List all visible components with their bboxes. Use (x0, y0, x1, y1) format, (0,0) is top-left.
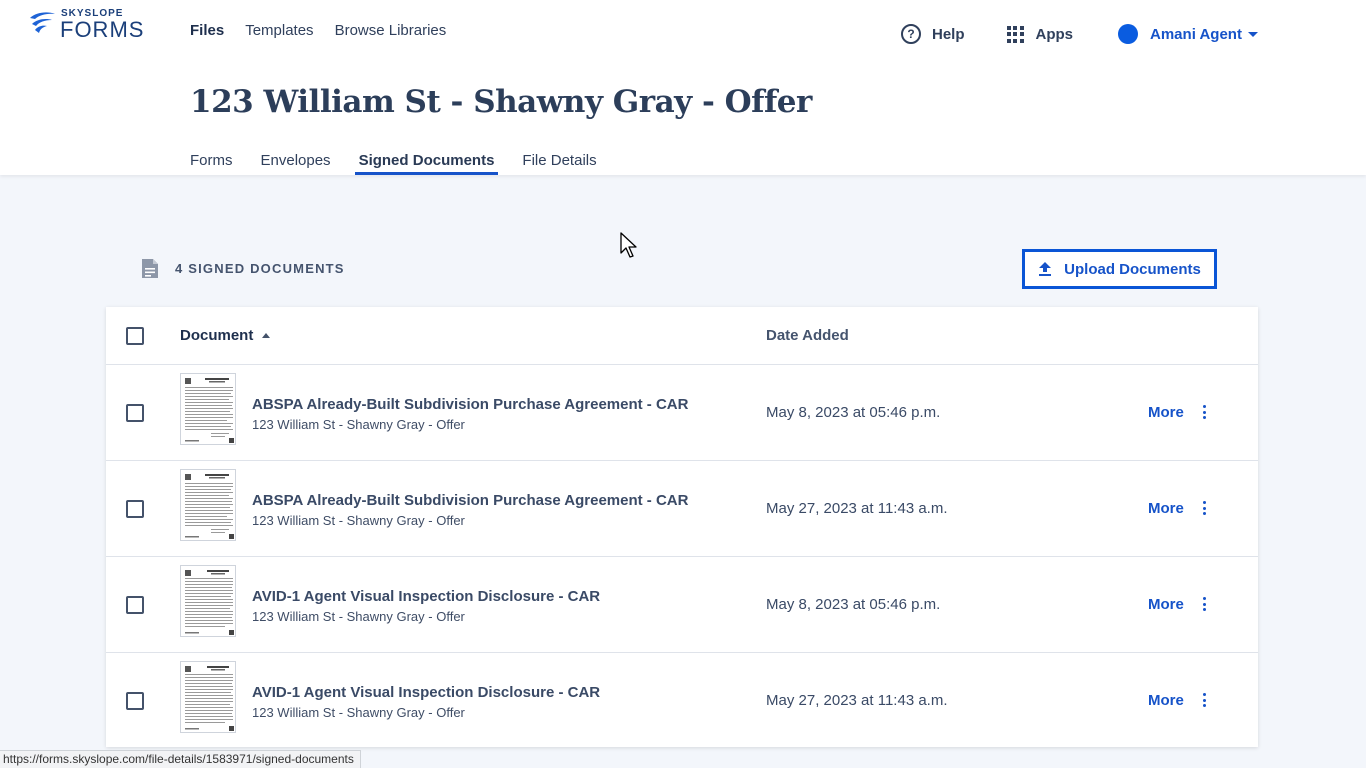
document-file-name: 123 William St - Shawny Gray - Offer (252, 705, 465, 720)
document-date-added: May 8, 2023 at 05:46 p.m. (766, 596, 941, 613)
row-checkbox[interactable] (126, 596, 144, 614)
apps-grid-icon (1006, 25, 1024, 43)
more-button[interactable]: More (1148, 404, 1184, 421)
row-checkbox[interactable] (126, 404, 144, 422)
tab-envelopes[interactable]: Envelopes (257, 150, 335, 175)
table-row: ABSPA Already-Built Subdivision Purchase… (106, 461, 1258, 557)
skyslope-swoosh-icon (30, 12, 55, 33)
app-header: SKYSLOPE FORMS Files Templates Browse Li… (0, 0, 1366, 175)
document-date-added: May 27, 2023 at 11:43 a.m. (766, 500, 948, 517)
table-row: AVID-1 Agent Visual Inspection Disclosur… (106, 653, 1258, 749)
document-name-link[interactable]: AVID-1 Agent Visual Inspection Disclosur… (252, 684, 600, 701)
user-menu-button[interactable]: Amani Agent (1073, 24, 1258, 44)
document-file-name: 123 William St - Shawny Gray - Offer (252, 513, 465, 528)
page-title: 123 William St - Shawny Gray - Offer (190, 84, 812, 120)
mouse-pointer-icon (620, 232, 637, 258)
document-thumbnail[interactable] (180, 565, 236, 637)
document-icon (142, 259, 158, 278)
nav-browse-libraries[interactable]: Browse Libraries (335, 22, 447, 39)
document-thumbnail[interactable] (180, 373, 236, 445)
column-header-document[interactable]: Document (180, 327, 271, 344)
apps-label: Apps (1035, 25, 1074, 43)
signed-documents-header: 4 SIGNED DOCUMENTS (141, 258, 345, 279)
more-vertical-icon[interactable] (1200, 693, 1208, 709)
browser-status-url: https://forms.skyslope.com/file-details/… (0, 750, 361, 768)
more-vertical-icon[interactable] (1200, 501, 1208, 517)
document-file-name: 123 William St - Shawny Gray - Offer (252, 417, 465, 432)
document-name-link[interactable]: ABSPA Already-Built Subdivision Purchase… (252, 492, 688, 509)
apps-button[interactable]: Apps (965, 25, 1074, 43)
column-header-document-label: Document (180, 327, 254, 344)
logo-text-big: FORMS (60, 17, 145, 42)
more-button[interactable]: More (1148, 692, 1184, 709)
help-icon: ? (901, 24, 921, 44)
document-thumbnail[interactable] (180, 469, 236, 541)
tab-file-details[interactable]: File Details (518, 150, 600, 175)
table-row: AVID-1 Agent Visual Inspection Disclosur… (106, 557, 1258, 653)
document-preview-icon (185, 666, 234, 731)
nav-files[interactable]: Files (190, 22, 224, 39)
help-label: Help (932, 25, 965, 43)
upload-documents-button[interactable]: Upload Documents (1022, 249, 1217, 289)
document-date-added: May 27, 2023 at 11:43 a.m. (766, 692, 948, 709)
sort-ascending-icon (262, 333, 271, 338)
document-preview-icon (185, 570, 234, 635)
right-navigation: ? Help Apps Amani Agent (901, 22, 1258, 46)
document-name-link[interactable]: AVID-1 Agent Visual Inspection Disclosur… (252, 588, 600, 605)
document-preview-icon (185, 378, 234, 443)
caret-down-icon (1247, 31, 1258, 37)
upload-documents-label: Upload Documents (1064, 260, 1201, 278)
more-button[interactable]: More (1148, 500, 1184, 517)
signed-documents-table: Document Date Added ABSPA Already-Built … (106, 307, 1258, 747)
document-file-name: 123 William St - Shawny Gray - Offer (252, 609, 465, 624)
skyslope-forms-logo[interactable]: SKYSLOPE FORMS (28, 8, 158, 42)
column-header-date-added: Date Added (766, 327, 849, 344)
signed-documents-count: 4 SIGNED DOCUMENTS (175, 261, 345, 276)
tab-signed-documents[interactable]: Signed Documents (354, 150, 499, 175)
upload-icon (1039, 262, 1052, 276)
nav-templates[interactable]: Templates (245, 22, 313, 39)
file-tabs: Forms Envelopes Signed Documents File De… (186, 150, 621, 175)
row-checkbox[interactable] (126, 692, 144, 710)
select-all-checkbox[interactable] (126, 327, 144, 345)
table-row: ABSPA Already-Built Subdivision Purchase… (106, 365, 1258, 461)
help-button[interactable]: ? Help (901, 24, 965, 44)
row-checkbox[interactable] (126, 500, 144, 518)
tab-forms[interactable]: Forms (186, 150, 237, 175)
document-preview-icon (185, 474, 234, 539)
more-vertical-icon[interactable] (1200, 597, 1208, 613)
user-name: Amani Agent (1150, 25, 1242, 43)
document-date-added: May 8, 2023 at 05:46 p.m. (766, 404, 941, 421)
more-button[interactable]: More (1148, 596, 1184, 613)
document-name-link[interactable]: ABSPA Already-Built Subdivision Purchase… (252, 396, 688, 413)
more-vertical-icon[interactable] (1200, 405, 1208, 421)
table-header: Document Date Added (106, 307, 1258, 365)
top-navigation: Files Templates Browse Libraries (190, 22, 467, 39)
document-thumbnail[interactable] (180, 661, 236, 733)
avatar (1118, 24, 1139, 44)
